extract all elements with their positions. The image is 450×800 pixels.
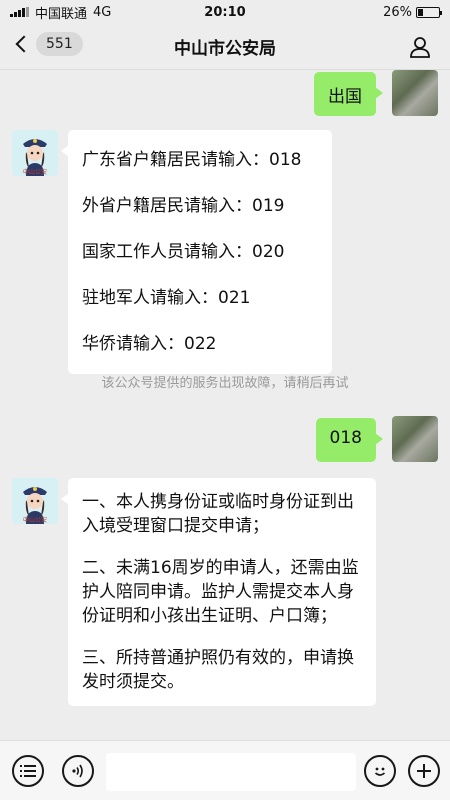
plus-button[interactable]: [408, 755, 440, 787]
voice-icon: [72, 764, 83, 778]
instruction-paragraph: 一、本人携身份证或临时身份证到出入境受理窗口提交申请；: [82, 492, 354, 536]
police-avatar[interactable]: 中山公安: [12, 130, 58, 176]
chat-area[interactable]: 出国 中山公安 广东省户籍居民请输入：018 外省户籍居民请输入：019 国家工…: [0, 70, 450, 740]
voice-button[interactable]: [62, 755, 94, 787]
message-sent-2: 018: [315, 418, 384, 462]
user-avatar[interactable]: [392, 416, 438, 462]
menu-button[interactable]: [12, 755, 44, 787]
profile-button[interactable]: [408, 35, 432, 59]
police-avatar[interactable]: 中山公安: [12, 478, 58, 524]
option-line: 广东省户籍居民请输入：018: [82, 150, 302, 170]
status-right: 26%: [383, 4, 442, 20]
status-left: 中国联通 4G: [10, 3, 111, 22]
person-icon: [410, 37, 430, 58]
battery-fill: [418, 8, 424, 16]
status-bar: 中国联通 4G 20:10 26%: [0, 0, 450, 24]
signal-icon: [10, 7, 29, 17]
avatar-text: 中山公安: [23, 168, 47, 176]
battery-icon: [416, 6, 442, 18]
system-notice: 该公众号提供的服务出现故障，请稍后再试: [101, 376, 349, 391]
message-sent-1: 出国: [314, 72, 383, 116]
message-text: 018: [329, 428, 362, 448]
message-input[interactable]: [106, 753, 356, 791]
option-line: 国家工作人员请输入：020: [82, 242, 285, 262]
police-officer-icon: 中山公安: [12, 130, 58, 176]
emoji-icon: [374, 767, 386, 776]
nav-bar: 551 中山市公安局: [0, 24, 450, 70]
emoji-button[interactable]: [364, 755, 396, 787]
network-type: 4G: [93, 4, 112, 20]
battery-percent: 26%: [383, 4, 412, 20]
message-text: 出国: [328, 87, 362, 107]
instruction-paragraph: 二、未满16周岁的申请人，还需由监护人陪同申请。监护人需提交本人身份证明和小孩出…: [82, 558, 359, 626]
input-bar: [0, 740, 450, 800]
user-avatar[interactable]: [392, 70, 438, 116]
plus-icon: [417, 764, 431, 778]
carrier-name: 中国联通: [35, 6, 88, 22]
avatar-text: 中山公安: [23, 516, 47, 524]
unread-count-badge: 551: [36, 32, 83, 56]
chat-title: 中山市公安局: [174, 39, 276, 59]
instruction-paragraph: 三、所持普通护照仍有效的，申请换发时须提交。: [82, 648, 354, 692]
option-line: 驻地军人请输入：021: [82, 288, 251, 308]
message-received-instructions: 一、本人携身份证或临时身份证到出入境受理窗口提交申请； 二、未满16周岁的申请人…: [61, 478, 376, 706]
option-line: 华侨请输入：022: [82, 334, 217, 354]
message-received-options: 广东省户籍居民请输入：018 外省户籍居民请输入：019 国家工作人员请输入：0…: [61, 130, 332, 374]
chevron-left-icon: [15, 35, 33, 53]
menu-icon: [20, 765, 36, 777]
back-button[interactable]: 551: [14, 32, 83, 56]
option-line: 外省户籍居民请输入：019: [82, 196, 285, 216]
police-officer-icon: 中山公安: [12, 478, 58, 524]
